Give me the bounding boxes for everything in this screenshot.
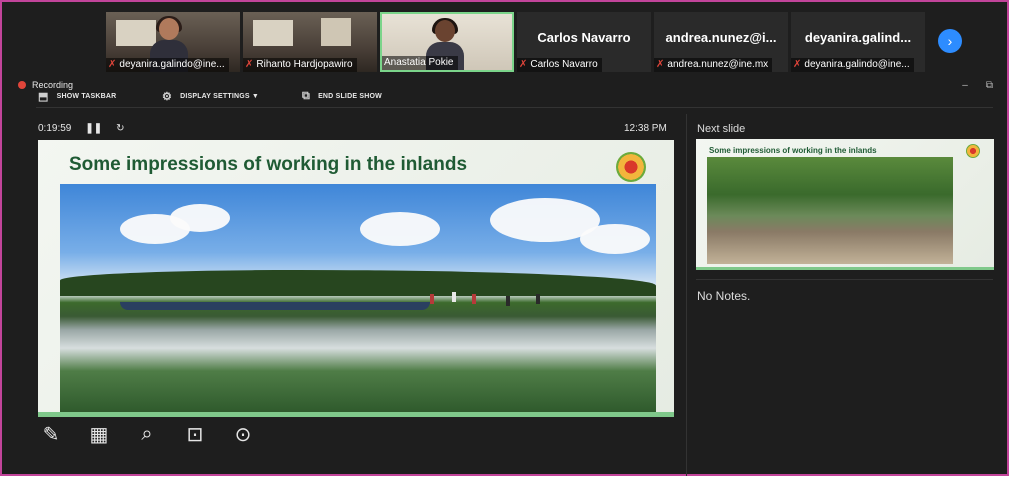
clock: 12:38 PM (624, 123, 667, 134)
chevron-right-icon[interactable]: › (938, 29, 962, 53)
participant-big-name: Carlos Navarro (537, 30, 631, 45)
muted-mic-icon: ✗ (108, 59, 117, 70)
slide-timer: 0:19:59 ❚❚ ↻ (38, 123, 125, 134)
participant-name: Rihanto Hardjopawiro (256, 59, 353, 70)
participant-tile[interactable]: ✗ Rihanto Hardjopawiro (243, 12, 377, 72)
slide-controls: ✎ ▦ ⌕ ⊡ ⊙ (38, 422, 256, 447)
participant-name: andrea.nunez@ine.mx (667, 59, 769, 70)
recording-label: Recording (32, 80, 74, 90)
presenter-view-window: ✗ deyanira.galindo@ine... ✗ Rihanto Hard… (0, 0, 1009, 476)
muted-mic-icon: ✗ (793, 59, 802, 70)
more-options-icon[interactable]: ⊙ (230, 422, 256, 447)
participant-tile[interactable]: ✗ deyanira.galindo@ine... (106, 12, 240, 72)
participant-tile-active-speaker[interactable]: Anastatia Pokie (380, 12, 514, 72)
participant-name: Carlos Navarro (530, 59, 598, 70)
participant-nameplate: Anastatia Pokie (382, 56, 458, 70)
participant-tile[interactable]: andrea.nunez@i... ✗ andrea.nunez@ine.mx (654, 12, 788, 72)
next-slide-label: Next slide (697, 123, 746, 135)
participant-big-name: andrea.nunez@i... (665, 30, 777, 45)
next-slide-photo (707, 157, 953, 264)
show-taskbar-button[interactable]: ⬒ SHOW TASKBAR (38, 90, 162, 103)
end-slide-show-button[interactable]: ⧉ END SLIDE SHOW (302, 90, 382, 103)
show-taskbar-label: SHOW TASKBAR (56, 93, 117, 100)
window-controls: – ⧉ (962, 80, 993, 91)
muted-mic-icon: ✗ (656, 59, 665, 70)
participant-nameplate: ✗ Rihanto Hardjopawiro (243, 58, 357, 72)
display-settings-button[interactable]: ⚙ DISPLAY SETTINGS ▼ (162, 90, 302, 103)
current-slide: Some impressions of working in the inlan… (38, 140, 674, 417)
restart-icon[interactable]: ↻ (116, 123, 124, 134)
participant-nameplate: ✗ andrea.nunez@ine.mx (654, 58, 773, 72)
participant-strip: ✗ deyanira.galindo@ine... ✗ Rihanto Hard… (106, 12, 925, 72)
participant-name: deyanira.galindo@ine... (804, 59, 910, 70)
minimize-icon[interactable]: – (962, 80, 968, 91)
participant-tile[interactable]: deyanira.galind... ✗ deyanira.galindo@in… (791, 12, 925, 72)
end-slide-show-icon: ⧉ (302, 90, 311, 102)
muted-mic-icon: ✗ (519, 59, 528, 70)
pen-icon[interactable]: ✎ (38, 422, 64, 447)
participant-tile[interactable]: Carlos Navarro ✗ Carlos Navarro (517, 12, 651, 72)
restore-icon[interactable]: ⧉ (986, 80, 993, 91)
slide-title: Some impressions of working in the inlan… (69, 154, 468, 175)
slide-photo (60, 184, 656, 412)
pause-icon[interactable]: ❚❚ (85, 123, 102, 134)
taskbar-icon: ⬒ (38, 91, 49, 103)
speaker-notes: No Notes. (697, 289, 751, 303)
panel-divider (686, 114, 687, 476)
display-settings-icon: ⚙ (162, 91, 173, 103)
organization-logo-icon (616, 152, 646, 182)
recording-indicator: Recording (18, 80, 73, 90)
see-all-slides-icon[interactable]: ▦ (86, 422, 112, 447)
presenter-toolbar: ⬒ SHOW TASKBAR ⚙ DISPLAY SETTINGS ▼ ⧉ EN… (38, 90, 382, 103)
participant-nameplate: ✗ Carlos Navarro (517, 58, 602, 72)
toolbar-divider (36, 107, 993, 108)
black-screen-icon[interactable]: ⊡ (182, 422, 208, 447)
participant-big-name: deyanira.galind... (804, 30, 912, 45)
muted-mic-icon: ✗ (245, 59, 254, 70)
organization-logo-icon (966, 144, 980, 158)
zoom-icon[interactable]: ⌕ (134, 423, 160, 446)
next-slide-thumbnail[interactable]: Some impressions of working in the inlan… (696, 139, 994, 270)
next-slide-title: Some impressions of working in the inlan… (709, 146, 877, 155)
notes-divider (696, 279, 993, 280)
participant-nameplate: ✗ deyanira.galindo@ine... (106, 58, 229, 72)
participant-name: deyanira.galindo@ine... (119, 59, 225, 70)
participant-nameplate: ✗ deyanira.galindo@ine... (791, 58, 914, 72)
timer-value: 0:19:59 (38, 123, 72, 134)
recording-dot-icon (18, 81, 26, 89)
display-settings-label: DISPLAY SETTINGS ▼ (180, 93, 260, 100)
participant-name: Anastatia Pokie (384, 57, 454, 68)
end-slide-show-label: END SLIDE SHOW (318, 93, 382, 100)
